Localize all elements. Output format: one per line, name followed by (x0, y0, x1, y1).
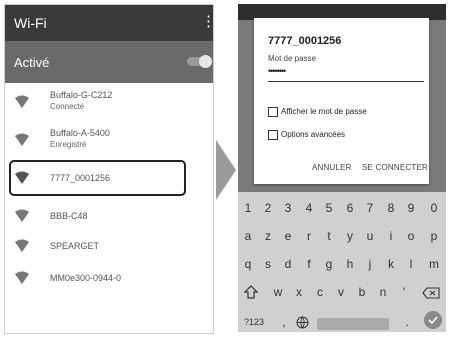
password-input[interactable]: •••••••• (268, 66, 286, 76)
keyboard: 1 2 3 4 5 6 7 8 9 0 a z e r t y u i o p … (238, 192, 446, 332)
globe-icon[interactable] (296, 316, 309, 329)
backspace-icon[interactable] (422, 287, 440, 299)
check-icon (428, 316, 438, 324)
key-5[interactable]: 5 (319, 201, 339, 215)
key-r[interactable]: r (299, 229, 319, 243)
key-h[interactable]: h (340, 257, 360, 271)
key-q[interactable]: q (238, 257, 258, 271)
advanced-options-label[interactable]: Options avancées (281, 130, 345, 139)
wifi-signal-icon (15, 95, 29, 108)
key-o[interactable]: o (401, 229, 421, 243)
key-comma[interactable]: , (274, 315, 294, 329)
shift-icon[interactable] (244, 285, 258, 299)
key-e[interactable]: e (278, 229, 298, 243)
show-password-checkbox[interactable] (268, 107, 278, 117)
key-y[interactable]: y (340, 229, 360, 243)
key-v[interactable]: v (331, 285, 351, 299)
wifi-signal-icon (15, 133, 29, 146)
network-status: Enregistré (50, 140, 87, 149)
wifi-signal-icon (15, 209, 29, 222)
dialog-title: 7777_0001256 (268, 35, 342, 47)
key-d[interactable]: d (278, 257, 298, 271)
wifi-signal-icon (15, 239, 29, 252)
key-3[interactable]: 3 (278, 201, 298, 215)
show-password-label[interactable]: Afficher le mot de passe (281, 107, 367, 116)
key-0[interactable]: 0 (424, 201, 444, 215)
key-l[interactable]: l (401, 257, 421, 271)
key-x[interactable]: x (289, 285, 309, 299)
key-u[interactable]: u (360, 229, 380, 243)
key-p[interactable]: p (424, 229, 444, 243)
connect-button[interactable]: SE CONNECTER (362, 163, 428, 172)
key-4[interactable]: 4 (299, 201, 319, 215)
password-underline (268, 81, 424, 82)
key-6[interactable]: 6 (340, 201, 360, 215)
network-status: Connecté (50, 102, 85, 111)
network-item[interactable]: Buffalo-A-5400 Enregistré (5, 121, 213, 159)
key-z[interactable]: z (258, 229, 278, 243)
key-j[interactable]: j (360, 257, 380, 271)
key-a[interactable]: a (238, 229, 258, 243)
symbols-key[interactable]: ?123 (242, 317, 266, 327)
more-vert-icon[interactable]: ⋮ (201, 14, 213, 29)
selected-network-highlight (9, 160, 186, 196)
key-period[interactable]: . (397, 315, 417, 329)
key-b[interactable]: b (352, 285, 372, 299)
key-7[interactable]: 7 (360, 201, 380, 215)
wifi-toggle[interactable] (187, 55, 212, 68)
key-m[interactable]: m (424, 257, 444, 271)
password-label: Mot de passe (268, 54, 317, 63)
toggle-knob (199, 55, 212, 68)
password-dialog-screen: 7777_0001256 Mot de passe •••••••• Affic… (238, 4, 446, 332)
key-n[interactable]: n (373, 285, 393, 299)
key-f[interactable]: f (299, 257, 319, 271)
key-9[interactable]: 9 (401, 201, 421, 215)
key-8[interactable]: 8 (381, 201, 401, 215)
network-ssid: SPEARGET (50, 241, 100, 251)
arrow-right-icon (216, 140, 236, 200)
key-apostrophe[interactable]: ' (394, 285, 414, 299)
wifi-status-label: Activé (14, 55, 50, 70)
network-ssid: BBB-C48 (50, 211, 88, 221)
key-k[interactable]: k (381, 257, 401, 271)
network-ssid: MM0e300-0944-0 (50, 273, 122, 283)
key-s[interactable]: s (258, 257, 278, 271)
key-t[interactable]: t (319, 229, 339, 243)
password-dialog: 7777_0001256 Mot de passe •••••••• Affic… (254, 18, 429, 184)
network-ssid: Buffalo-A-5400 (50, 128, 110, 138)
done-key[interactable] (424, 311, 442, 329)
network-item[interactable]: MM0e300-0944-0 (5, 259, 213, 297)
page-title: Wi-Fi (14, 15, 47, 31)
key-i[interactable]: i (381, 229, 401, 243)
network-item[interactable]: Buffalo-G-C212 Connecté (5, 83, 213, 121)
key-2[interactable]: 2 (258, 201, 278, 215)
cancel-button[interactable]: ANNULER (312, 163, 352, 172)
key-1[interactable]: 1 (238, 201, 258, 215)
space-key[interactable] (317, 318, 389, 330)
key-w[interactable]: w (268, 285, 288, 299)
network-ssid: Buffalo-G-C212 (50, 90, 113, 100)
advanced-options-checkbox[interactable] (268, 130, 278, 140)
wifi-signal-icon (15, 271, 29, 284)
wifi-settings-screen: Wi-Fi ⋮ Activé Buffalo-G-C212 Connecté B… (4, 4, 214, 334)
key-g[interactable]: g (319, 257, 339, 271)
key-c[interactable]: c (310, 285, 330, 299)
